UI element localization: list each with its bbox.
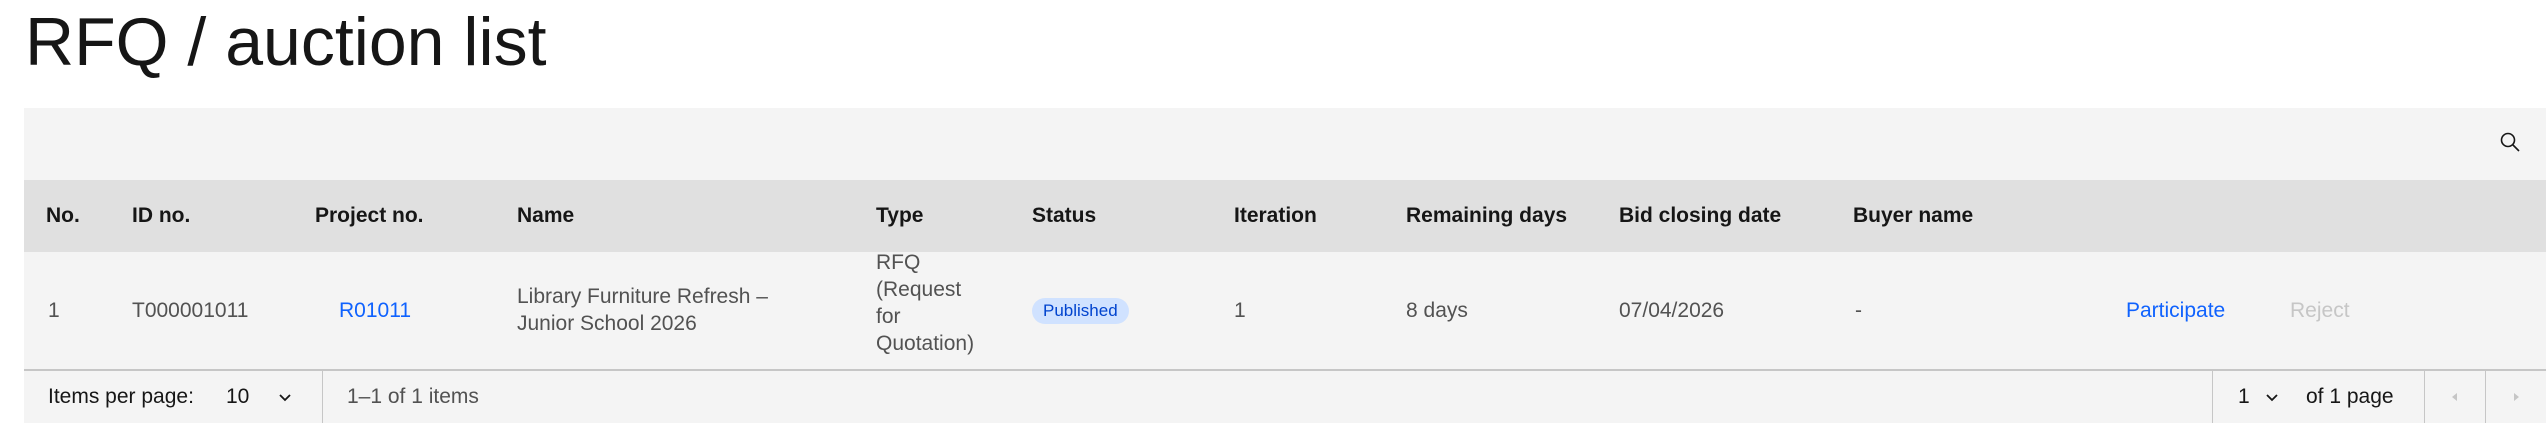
cell-id: T000001011 (132, 299, 249, 322)
total-pages-text: of 1 page (2306, 385, 2394, 408)
items-range-text: 1–1 of 1 items (347, 385, 479, 408)
column-header-closing[interactable]: Bid closing date (1619, 180, 1781, 252)
divider (2212, 371, 2213, 423)
rfq-table-container: No. ID no. Project no. Name Type Status … (24, 108, 2546, 423)
chevron-down-icon (277, 385, 293, 408)
cell-remaining: 8 days (1406, 299, 1468, 322)
cell-type-line: RFQ (876, 251, 921, 274)
column-header-buyer[interactable]: Buyer name (1853, 180, 1973, 252)
column-header-name[interactable]: Name (517, 180, 574, 252)
cell-name: Library Furniture Refresh – Junior Schoo… (517, 283, 768, 337)
current-page-value: 1 (2238, 385, 2250, 408)
cell-buyer: - (1855, 299, 1862, 322)
cell-closing: 07/04/2026 (1619, 299, 1725, 322)
cell-name-line: Library Furniture Refresh – (517, 285, 768, 308)
items-per-page-value: 10 (226, 385, 250, 408)
status-badge: Published (1032, 297, 1129, 324)
cell-no: 1 (48, 299, 60, 322)
pagination-bar: Items per page: 10 1–1 of 1 items 1 of 1… (24, 370, 2546, 423)
project-link[interactable]: R01011 (339, 297, 411, 324)
cell-type-line: for (876, 305, 901, 328)
cell-name-line: Junior School 2026 (517, 312, 697, 335)
caret-right-icon (2510, 385, 2522, 409)
cell-iteration: 1 (1234, 299, 1246, 322)
divider (322, 371, 323, 423)
cell-type: RFQ (Request for Quotation) (876, 249, 974, 357)
cell-type-line: (Request (876, 278, 962, 301)
caret-left-icon (2449, 385, 2461, 409)
column-header-project[interactable]: Project no. (315, 180, 424, 252)
column-header-iteration[interactable]: Iteration (1234, 180, 1317, 252)
reject-button[interactable]: Reject (2290, 297, 2350, 324)
chevron-down-icon (2264, 385, 2280, 408)
page-select[interactable]: 1 (2238, 371, 2298, 423)
table-row: 1 T000001011 R01011 Library Furniture Re… (24, 249, 2546, 370)
column-header-type[interactable]: Type (876, 180, 923, 252)
column-header-remaining[interactable]: Remaining days (1406, 180, 1567, 252)
cell-type-line: Quotation) (876, 332, 975, 355)
search-icon (2498, 130, 2522, 159)
items-per-page-label: Items per page: (48, 385, 194, 408)
page-title: RFQ / auction list (25, 4, 547, 80)
table-header: No. ID no. Project no. Name Type Status … (24, 180, 2546, 252)
column-header-status[interactable]: Status (1032, 180, 1096, 252)
search-button[interactable] (2474, 108, 2546, 180)
previous-page-button[interactable] (2425, 371, 2485, 423)
table-toolbar (24, 108, 2546, 180)
next-page-button[interactable] (2486, 371, 2546, 423)
column-header-id[interactable]: ID no. (132, 180, 190, 252)
column-header-no[interactable]: No. (46, 180, 80, 252)
participate-button[interactable]: Participate (2126, 297, 2225, 324)
items-per-page-select[interactable]: 10 (226, 371, 326, 423)
